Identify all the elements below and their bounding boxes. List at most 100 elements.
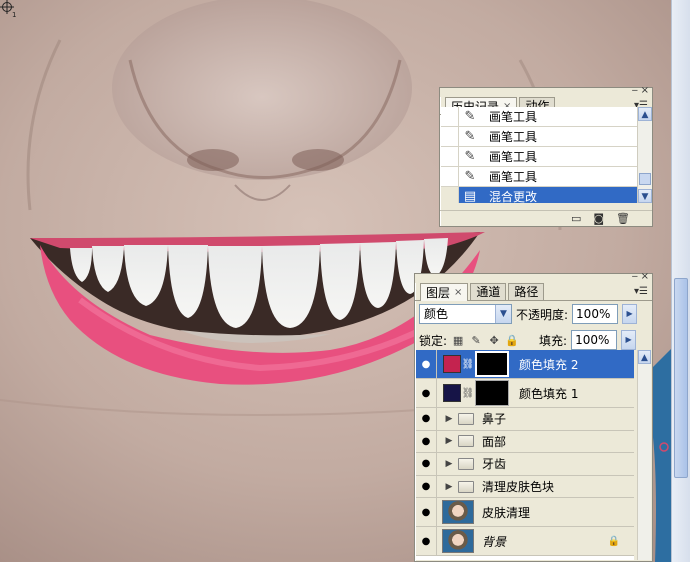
tab-paths[interactable]: 路径 <box>508 283 545 300</box>
create-snapshot-icon[interactable]: ◙ <box>593 212 604 225</box>
lock-transparency-icon[interactable]: ▦ <box>451 334 465 347</box>
layer-row-selected[interactable]: ● ⛓ 颜色填充 2 <box>416 350 634 379</box>
folder-icon <box>458 412 474 425</box>
snapshot-checkbox[interactable] <box>441 186 459 203</box>
lock-position-icon[interactable]: ✥ <box>487 334 501 347</box>
layers-panel: ‒ × 图层 × 通道 路径 ▾☰ 颜色 ▼ 不透明度: 100% ▶ 锁定: … <box>414 272 653 562</box>
eye-icon[interactable]: ● <box>416 527 437 556</box>
layer-mask-thumbnail[interactable] <box>475 351 509 377</box>
chevron-down-icon[interactable]: ▼ <box>495 305 511 323</box>
history-state[interactable]: ✎ 画笔工具 <box>441 166 638 187</box>
eye-icon[interactable]: ● <box>416 350 437 378</box>
eye-icon[interactable]: ● <box>416 475 437 498</box>
minimize-icon[interactable]: ‒ <box>632 86 638 96</box>
fill-swatch[interactable] <box>443 384 461 402</box>
lock-fill-row: 锁定: ▦ ✎ ✥ 🔒 填充: 100% ▶ <box>419 330 637 350</box>
brush-crosshair-icon: 1 <box>0 0 16 18</box>
layer-group-row[interactable]: ● ▶ 牙齿 <box>416 453 634 476</box>
snapshot-checkbox[interactable] <box>441 146 459 167</box>
folder-icon <box>458 457 474 470</box>
history-state-label: 画笔工具 <box>489 130 538 144</box>
lock-label: 锁定: <box>419 333 448 348</box>
fill-slider-button[interactable]: ▶ <box>621 330 637 350</box>
fill-field[interactable]: 100% <box>571 330 618 350</box>
lock-all-icon[interactable]: 🔒 <box>505 334 519 347</box>
layer-name: 背景 <box>482 534 507 549</box>
layer-name: 颜色填充 1 <box>519 386 579 401</box>
fill-label: 填充: <box>539 333 568 348</box>
layer-mask-thumbnail[interactable] <box>475 380 509 406</box>
blend-opacity-row: 颜色 ▼ 不透明度: 100% ▶ <box>419 304 638 324</box>
history-state-label: 画笔工具 <box>489 150 538 164</box>
panel-menu-icon[interactable]: ▾☰ <box>634 286 648 297</box>
brush-icon: ✎ <box>464 149 476 164</box>
layer-row[interactable]: ● 背景 🔒 <box>416 527 634 557</box>
history-state-label: 混合更改 <box>489 190 538 203</box>
layer-thumbnail[interactable] <box>442 500 474 525</box>
brush-icon: ✎ <box>464 169 476 184</box>
layer-row[interactable]: ● ⛓ 颜色填充 1 <box>416 379 634 408</box>
blend-mode-value: 颜色 <box>424 307 449 321</box>
link-icon[interactable]: ⛓ <box>461 359 475 370</box>
history-state-label: 画笔工具 <box>489 110 538 124</box>
tab-label: 通道 <box>476 285 501 299</box>
layers-scrollbar[interactable]: ▲ <box>637 350 651 560</box>
close-icon[interactable]: × <box>641 86 649 96</box>
scroll-down-icon[interactable]: ▼ <box>638 189 652 203</box>
canvas-scroll-thumb[interactable] <box>674 278 688 478</box>
snapshot-checkbox[interactable] <box>441 107 459 127</box>
history-panel: ‒ × 历史记录 × 动作 ▾☰ ✎ 画笔工具 ✎ 画笔工具 ✎ 画笔工具 <box>439 86 653 227</box>
snapshot-checkbox[interactable] <box>441 166 459 187</box>
eye-icon[interactable]: ● <box>416 379 437 407</box>
tab-layers[interactable]: 图层 × <box>420 283 469 301</box>
history-state-icon: ▤ <box>463 189 477 203</box>
layers-list: ● ⛓ 颜色填充 2 ● ⛓ 颜色填充 1 ● ▶ 鼻子 ● ▶ 面部 ● ▶ <box>416 350 634 560</box>
tab-channels[interactable]: 通道 <box>470 283 507 300</box>
opacity-field[interactable]: 100% <box>572 304 619 324</box>
history-state[interactable]: ✎ 画笔工具 <box>441 126 638 147</box>
folder-icon <box>458 480 474 493</box>
lock-icon: 🔒 <box>607 535 620 547</box>
layer-name: 面部 <box>482 434 507 449</box>
history-footer: ▭ ◙ 🗑 <box>440 210 652 226</box>
opacity-label: 不透明度: <box>516 307 569 322</box>
layer-group-row[interactable]: ● ▶ 清理皮肤色块 <box>416 475 634 499</box>
lock-pixels-icon[interactable]: ✎ <box>469 334 483 347</box>
opacity-slider-button[interactable]: ▶ <box>622 304 638 324</box>
scroll-up-icon[interactable]: ▲ <box>638 350 651 364</box>
layer-name: 颜色填充 2 <box>519 357 579 372</box>
eye-icon[interactable]: ● <box>416 430 437 453</box>
layer-name: 清理皮肤色块 <box>482 480 555 495</box>
history-scroll-thumb[interactable] <box>639 173 651 185</box>
expand-triangle-icon[interactable]: ▶ <box>442 436 456 446</box>
new-document-from-state-icon[interactable]: ▭ <box>571 212 581 225</box>
eye-icon[interactable]: ● <box>416 453 437 475</box>
blend-mode-select[interactable]: 颜色 ▼ <box>419 304 512 324</box>
scroll-up-icon[interactable]: ▲ <box>638 107 652 121</box>
expand-triangle-icon[interactable]: ▶ <box>442 459 456 469</box>
link-icon[interactable]: ⛓ <box>461 388 475 399</box>
history-scrollbar[interactable]: ▲ ▼ <box>637 107 652 203</box>
layer-row[interactable]: ● 皮肤清理 <box>416 498 634 528</box>
history-state-selected[interactable]: ▤ 混合更改 <box>441 186 638 203</box>
history-state[interactable]: ✎ 画笔工具 <box>441 146 638 167</box>
history-state-label: 画笔工具 <box>489 170 538 184</box>
eye-icon[interactable]: ● <box>416 408 437 430</box>
layer-thumbnail[interactable] <box>442 529 474 554</box>
minimize-icon[interactable]: ‒ <box>632 272 638 282</box>
expand-triangle-icon[interactable]: ▶ <box>442 482 456 492</box>
panel-titlebar[interactable]: ‒ × <box>440 86 652 97</box>
expand-triangle-icon[interactable]: ▶ <box>442 414 456 424</box>
eye-icon[interactable]: ● <box>416 498 437 527</box>
close-tab-icon[interactable]: × <box>454 285 462 301</box>
snapshot-checkbox[interactable] <box>441 126 459 147</box>
close-icon[interactable]: × <box>641 272 649 282</box>
history-state[interactable]: ✎ 画笔工具 <box>441 107 638 127</box>
history-list: ✎ 画笔工具 ✎ 画笔工具 ✎ 画笔工具 ✎ 画笔工具 ▤ 混合更改 <box>441 107 638 203</box>
fill-swatch[interactable] <box>443 355 461 373</box>
panel-titlebar[interactable]: ‒ × <box>415 272 652 283</box>
canvas-vertical-scrollbar[interactable] <box>671 0 690 562</box>
layer-group-row[interactable]: ● ▶ 面部 <box>416 430 634 454</box>
trash-icon[interactable]: 🗑 <box>616 212 630 225</box>
layer-group-row[interactable]: ● ▶ 鼻子 <box>416 408 634 431</box>
